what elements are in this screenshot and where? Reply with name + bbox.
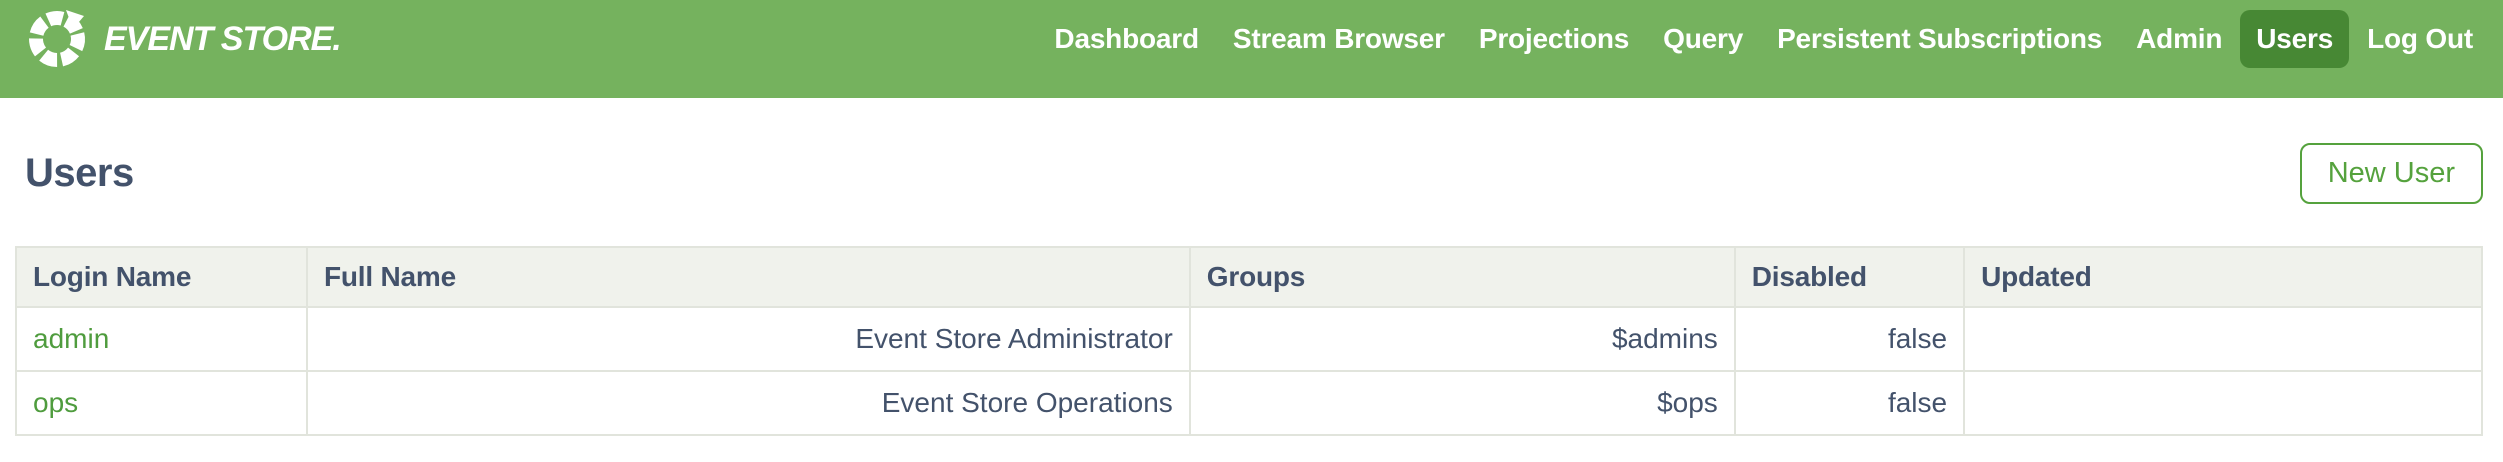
users-table: Login Name Full Name Groups Disabled Upd… xyxy=(15,246,2483,436)
updated-cell xyxy=(1964,307,2482,371)
column-header-full-name: Full Name xyxy=(307,247,1190,307)
nav-item-dashboard[interactable]: Dashboard xyxy=(1038,10,1214,68)
new-user-button[interactable]: New User xyxy=(2300,143,2483,204)
nav-item-stream-browser[interactable]: Stream Browser xyxy=(1217,10,1461,68)
table-row: ops Event Store Operations $ops false xyxy=(16,371,2482,435)
column-header-disabled: Disabled xyxy=(1735,247,1964,307)
logo-text: EVENT STORE. xyxy=(104,20,341,59)
groups-cell: $ops xyxy=(1190,371,1735,435)
user-link-ops[interactable]: ops xyxy=(33,387,78,418)
groups-cell: $admins xyxy=(1190,307,1735,371)
nav-item-persistent-subscriptions[interactable]: Persistent Subscriptions xyxy=(1761,10,2118,68)
nav-item-admin[interactable]: Admin xyxy=(2120,10,2238,68)
updated-cell xyxy=(1964,371,2482,435)
disabled-cell: false xyxy=(1735,307,1964,371)
table-header-row: Login Name Full Name Groups Disabled Upd… xyxy=(16,247,2482,307)
top-navbar: EVENT STORE. Dashboard Stream Browser Pr… xyxy=(0,0,2503,98)
column-header-updated: Updated xyxy=(1964,247,2482,307)
nav-item-query[interactable]: Query xyxy=(1647,10,1759,68)
disabled-cell: false xyxy=(1735,371,1964,435)
nav-links: Dashboard Stream Browser Projections Que… xyxy=(1038,10,2489,68)
column-header-groups: Groups xyxy=(1190,247,1735,307)
login-name-cell: admin xyxy=(16,307,307,371)
full-name-cell: Event Store Operations xyxy=(307,371,1190,435)
event-store-logo-icon xyxy=(24,6,90,72)
login-name-cell: ops xyxy=(16,371,307,435)
nav-item-projections[interactable]: Projections xyxy=(1463,10,1645,68)
page-title: Users xyxy=(25,151,134,196)
table-row: admin Event Store Administrator $admins … xyxy=(16,307,2482,371)
full-name-cell: Event Store Administrator xyxy=(307,307,1190,371)
event-store-logo[interactable]: EVENT STORE. xyxy=(24,6,341,72)
user-link-admin[interactable]: admin xyxy=(33,323,109,354)
column-header-login-name: Login Name xyxy=(16,247,307,307)
page-header: Users New User xyxy=(15,140,2483,206)
main-content: Users New User Login Name Full Name Grou… xyxy=(0,140,2503,436)
nav-item-users[interactable]: Users xyxy=(2240,10,2349,68)
nav-item-log-out[interactable]: Log Out xyxy=(2351,10,2489,68)
